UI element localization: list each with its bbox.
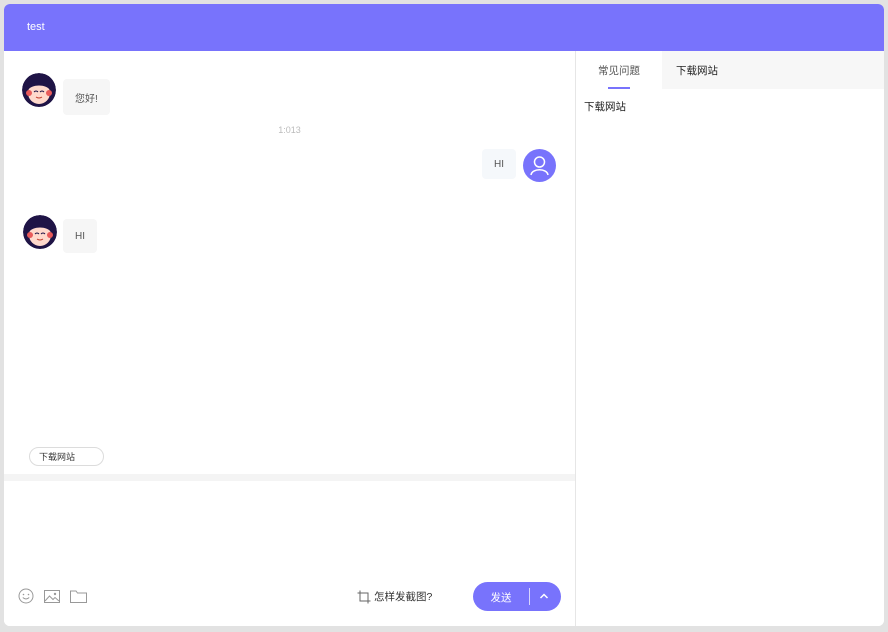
- tab-download[interactable]: 下载网站: [662, 51, 732, 89]
- side-panel: 常见问题 下载网站 下载网站: [576, 51, 884, 626]
- agent-avatar-icon: [23, 215, 57, 249]
- message-text: 您好!: [75, 93, 98, 105]
- send-label: 发送: [490, 592, 512, 604]
- chat-panel: 您好! 1:013 HI HI 下载网站 怎样发截图? 发送: [4, 51, 575, 626]
- side-tabs: 常见问题 下载网站: [576, 51, 884, 89]
- send-button[interactable]: 发送: [473, 582, 561, 611]
- header-bar: test: [4, 4, 884, 51]
- tab-label: 常见问题: [598, 64, 640, 77]
- crop-icon: [357, 590, 371, 603]
- message-bubble: 您好!: [63, 79, 110, 115]
- window-title: test: [27, 21, 45, 33]
- message-bubble-user: HI: [482, 149, 516, 179]
- screenshot-help-link[interactable]: 怎样发截图?: [357, 589, 432, 604]
- quick-reply-button[interactable]: 下载网站: [29, 447, 104, 466]
- message-timestamp: 1:013: [278, 125, 301, 135]
- message-text: HI: [494, 158, 504, 170]
- tab-label: 下载网站: [676, 64, 718, 77]
- folder-icon[interactable]: [70, 590, 87, 608]
- active-tab-indicator: [608, 87, 630, 89]
- send-divider: [529, 588, 530, 605]
- quick-reply-label: 下载网站: [39, 452, 76, 462]
- smiley-icon[interactable]: [18, 588, 34, 609]
- message-bubble: HI: [63, 219, 97, 253]
- image-icon[interactable]: [44, 590, 60, 608]
- user-avatar-icon: [523, 149, 556, 182]
- message-text: HI: [75, 230, 85, 242]
- chat-window: test 您好! 1:013 HI HI 下载网站 怎样发截图? 发送 常见问题…: [4, 4, 884, 626]
- chevron-up-icon[interactable]: [535, 588, 553, 605]
- screenshot-help-label: 怎样发截图?: [374, 591, 433, 603]
- tab-faq[interactable]: 常见问题: [576, 51, 662, 89]
- input-separator: [4, 474, 575, 481]
- faq-item[interactable]: 下载网站: [584, 99, 626, 114]
- agent-avatar-icon: [22, 73, 56, 107]
